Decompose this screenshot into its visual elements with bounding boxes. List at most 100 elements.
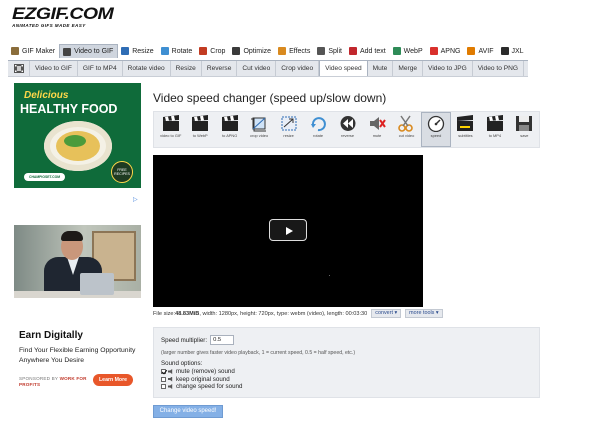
tool-label: to WebP (192, 133, 208, 138)
sound-option-checkbox[interactable] (161, 384, 166, 389)
more-tools-arrow-icon: ▾ (435, 310, 439, 316)
ad-banner-video[interactable] (14, 225, 141, 298)
main-nav: GIF Maker Video to GIF Resize Rotate Crop Opt… (8, 44, 528, 58)
tool-to-apng[interactable]: to APNG (215, 112, 244, 147)
tool-reverse[interactable]: reverse (333, 112, 362, 147)
ad-video-person-hair (61, 231, 83, 241)
main-nav-item-avif[interactable]: AVIF (464, 44, 497, 58)
rotate-icon (160, 47, 169, 55)
sub-nav-item-video-to-gif[interactable]: Video to GIF (30, 61, 78, 76)
sound-option-checkbox[interactable] (161, 369, 166, 374)
reverse-icon (340, 116, 356, 131)
main-nav-item-add-text[interactable]: Add text (346, 44, 390, 58)
sub-nav-home[interactable] (8, 61, 30, 76)
film-icon (63, 47, 72, 56)
main-nav-label: Resize (132, 47, 154, 55)
sound-option-0[interactable]: mute (remove) sound (161, 368, 235, 375)
sub-nav-item-video-speed[interactable]: Video speed (319, 61, 368, 76)
convert-label: convert (375, 310, 393, 316)
ad-food-badge: FREE RECIPES (111, 161, 133, 183)
avif-icon (467, 47, 476, 55)
tool-toolbar: video to GIF to WebP to APNG crop video resi… (153, 111, 540, 148)
tool-subtitles[interactable]: subtitles (451, 112, 480, 147)
tool-label: resize (283, 133, 294, 138)
apng-icon (429, 47, 438, 55)
resize-video-icon (281, 116, 297, 131)
ad-promo-headline[interactable]: Earn Digitally (19, 330, 83, 341)
main-nav-item-webp[interactable]: WebP (390, 44, 427, 58)
main-nav-label: WebP (403, 47, 423, 55)
sub-nav-item-cut-video[interactable]: Cut video (237, 61, 277, 76)
sub-nav-item-rotate-video[interactable]: Rotate video (123, 61, 171, 76)
main-nav-item-crop[interactable]: Crop (196, 44, 229, 58)
main-nav-item-effects[interactable]: Effects (275, 44, 314, 58)
ad-learn-more-button[interactable]: Learn More (93, 374, 133, 386)
sound-option-2[interactable]: change speed for sound (161, 383, 242, 390)
more-tools-button[interactable]: more tools ▾ (405, 309, 443, 318)
sound-option-1[interactable]: keep original sound (161, 376, 230, 383)
clapper-webp-icon (192, 115, 209, 131)
main-nav-item-resize[interactable]: Resize (118, 44, 157, 58)
video-frame-dot (329, 275, 330, 276)
file-size: 48.83MiB (175, 310, 200, 317)
change-speed-button[interactable]: Change video speed! (153, 405, 223, 418)
main-nav-label: AVIF (478, 47, 494, 55)
speaker-icon (168, 376, 173, 382)
multiplier-note: (larger number gives faster video playba… (161, 350, 356, 356)
tool-save[interactable]: save (510, 112, 539, 147)
sound-options-label: Sound options: (161, 360, 203, 367)
clapper-mp4-icon (486, 115, 503, 131)
effects-icon (278, 47, 287, 55)
sub-nav: Video to GIF GIF to MP4 Rotate video Resize… (8, 60, 528, 77)
tool-video-to-gif[interactable]: video to GIF (156, 112, 185, 147)
main-nav-item-split[interactable]: Split (314, 44, 346, 58)
main-nav-item-optimize[interactable]: Optimize (229, 44, 275, 58)
convert-button[interactable]: convert ▾ (371, 309, 402, 318)
tool-rotate[interactable]: rotate (303, 112, 332, 147)
sub-nav-item-reverse[interactable]: Reverse (202, 61, 238, 76)
sound-option-label: change speed for sound (176, 383, 243, 390)
ad-banner-food[interactable]: Delicious HEALTHY FOOD FREE RECIPES CHAM… (14, 83, 141, 188)
sub-nav-item-video-to-jpg[interactable]: Video to JPG (423, 61, 473, 76)
save-icon (516, 116, 533, 131)
main-nav-item-gif-maker[interactable]: GIF Maker (8, 44, 59, 58)
file-info-prefix: File size: (153, 310, 176, 317)
main-nav-item-apng[interactable]: APNG (427, 44, 465, 58)
tool-cut-video[interactable]: cut video (392, 112, 421, 147)
main-nav-item-jxl[interactable]: JXL (498, 44, 528, 58)
sub-nav-item-merge[interactable]: Merge (393, 61, 424, 76)
sub-nav-item-mute[interactable]: Mute (368, 61, 394, 76)
tool-speed[interactable]: speed (421, 112, 451, 147)
film-strip-icon (13, 64, 24, 73)
tool-mute[interactable]: mute (362, 112, 391, 147)
sub-nav-item-video-to-png[interactable]: Video to PNG (473, 61, 524, 76)
rotate-video-icon (311, 117, 326, 132)
ad-food-url: CHAMPIOSET.COM (24, 173, 66, 181)
ad-choices-icon[interactable]: ▷ (133, 196, 140, 203)
ad-food-line1: Delicious (24, 90, 69, 101)
speed-multiplier-input[interactable]: 0.5 (210, 335, 235, 345)
sound-option-label: mute (remove) sound (176, 368, 235, 375)
main-nav-label: GIF Maker (22, 47, 56, 55)
sub-nav-item-crop-video[interactable]: Crop video (276, 61, 320, 76)
main-nav-label: Split (328, 47, 342, 55)
main-nav-item-rotate[interactable]: Rotate (158, 44, 197, 58)
speed-icon (427, 115, 445, 132)
text-icon (348, 47, 357, 55)
tool-crop-video[interactable]: crop video (244, 112, 273, 147)
main-nav-label: Rotate (171, 47, 193, 55)
tool-to-mp4[interactable]: to MP4 (480, 112, 509, 147)
sub-nav-item-resize[interactable]: Resize (171, 61, 202, 76)
sub-nav-item-gif-to-mp4[interactable]: GIF to MP4 (78, 61, 123, 76)
main-nav-label: Add text (359, 47, 386, 55)
crop-video-icon (251, 117, 267, 132)
sound-option-checkbox[interactable] (161, 376, 166, 382)
tool-resize[interactable]: resize (274, 112, 303, 147)
main-nav-item-video-to-gif[interactable]: Video to GIF (59, 44, 119, 58)
play-button[interactable] (269, 219, 307, 241)
tool-to-webp[interactable]: to WebP (185, 112, 214, 147)
file-details: , width: 1280px, height: 720px, type: we… (199, 310, 368, 317)
video-player[interactable] (153, 155, 423, 307)
site-logo[interactable]: EZGIF.COM ANIMATED GIFS MADE EASY (12, 5, 114, 32)
ad-sponsor-prefix: SPONSORED BY (19, 376, 60, 381)
